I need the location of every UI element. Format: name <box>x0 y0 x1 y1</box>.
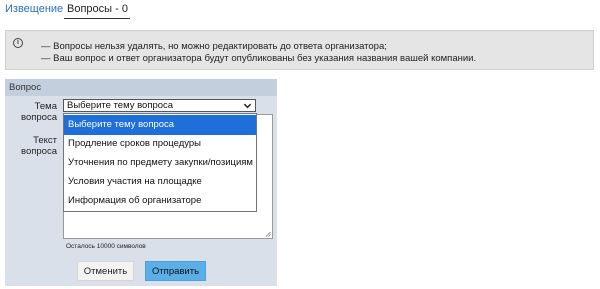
tab-questions[interactable]: Вопросы - 0 <box>67 3 128 16</box>
text-label: Текст вопроса <box>21 135 57 157</box>
theme-label: Тема вопроса <box>21 101 57 123</box>
dropdown-option[interactable]: Выберите тему вопроса <box>64 115 256 135</box>
dropdown-option[interactable]: Условия участия на площадке <box>64 172 256 192</box>
form-title: Вопрос <box>9 82 42 93</box>
theme-select[interactable]: Выберите тему вопроса <box>63 99 256 112</box>
cancel-button[interactable]: Отменить <box>77 261 134 281</box>
dropdown-option[interactable]: Продление сроков процедуры <box>64 134 256 154</box>
info-icon: i <box>13 38 23 48</box>
char-counter: Осталось 10000 символов <box>66 243 146 250</box>
dropdown-option[interactable]: Уточнения по предмету закупки/позициям <box>64 153 256 173</box>
submit-button[interactable]: Отправить <box>145 261 206 281</box>
form-header: Вопрос <box>5 79 277 96</box>
active-tab-indicator <box>64 18 130 19</box>
dropdown-option[interactable]: Информация об организаторе <box>64 191 256 211</box>
resize-handle-icon[interactable] <box>265 231 271 237</box>
theme-select-value: Выберите тему вопроса <box>67 100 174 111</box>
info-line: — Вопросы нельзя удалять, но можно редак… <box>41 41 387 52</box>
tab-notice[interactable]: Извещение <box>5 3 63 16</box>
tab-bar: Извещение Вопросы - 0 <box>0 0 600 20</box>
theme-dropdown-list: Выберите тему вопроса Продление сроков п… <box>63 113 257 212</box>
info-line: — Ваш вопрос и ответ организатора будут … <box>41 53 477 64</box>
info-box: i — Вопросы нельзя удалять, но можно ред… <box>5 30 594 70</box>
chevron-down-icon <box>243 103 252 109</box>
